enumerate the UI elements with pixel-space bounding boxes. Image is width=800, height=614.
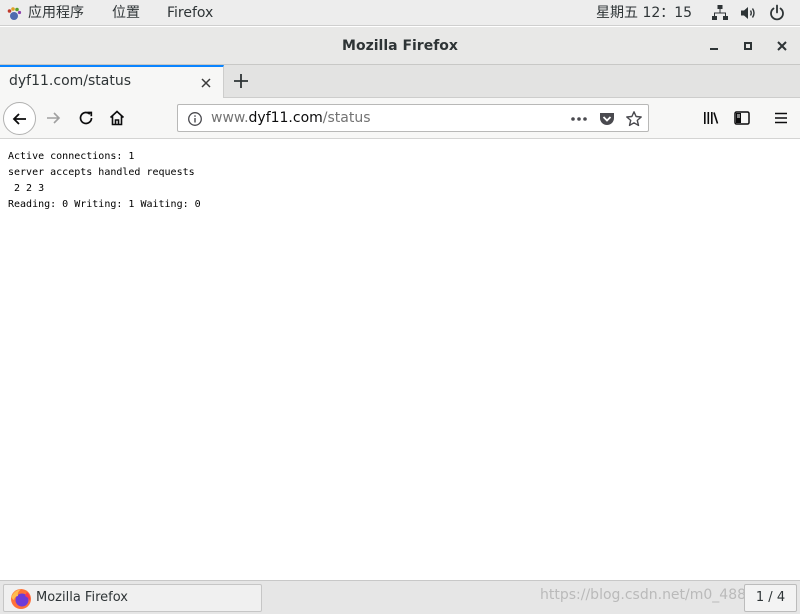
star-icon[interactable] <box>625 110 643 128</box>
workspace-indicator[interactable]: 1 / 4 <box>744 584 797 612</box>
status-line-counts: 2 2 3 <box>8 183 45 194</box>
minimize-button[interactable] <box>704 36 724 56</box>
tab-title: dyf11.com/status <box>9 73 132 89</box>
tab-status-page[interactable]: dyf11.com/status <box>0 65 224 99</box>
window-titlebar[interactable]: Mozilla Firefox <box>0 27 800 65</box>
home-button[interactable] <box>107 108 127 128</box>
tab-strip: dyf11.com/status <box>0 65 800 99</box>
power-icon[interactable] <box>768 4 786 22</box>
firefox-logo-icon <box>10 588 32 610</box>
status-line-rw: Reading: 0 Writing: 1 Waiting: 0 <box>8 199 201 210</box>
taskbar-item-label: Mozilla Firefox <box>36 590 128 605</box>
nginx-status-output: Active connections: 1 server accepts hand… <box>8 149 201 213</box>
clock[interactable]: 星期五 12：15 <box>596 0 692 26</box>
library-icon[interactable] <box>701 108 721 128</box>
more-horizontal-icon[interactable] <box>570 111 588 127</box>
tab-close-icon[interactable] <box>199 75 213 89</box>
window-list-taskbar: Mozilla Firefox https://blog.csdn.net/m0… <box>0 580 800 614</box>
hamburger-menu-icon[interactable] <box>771 108 791 128</box>
navigation-toolbar: www.dyf11.com/status <box>0 98 800 139</box>
volume-icon[interactable] <box>739 4 757 22</box>
url-prefix: www. <box>211 110 249 126</box>
close-window-button[interactable] <box>772 36 792 56</box>
maximize-button[interactable] <box>738 36 758 56</box>
places-menu[interactable]: 位置 <box>112 0 140 26</box>
applications-menu-label: 应用程序 <box>28 5 84 21</box>
back-button[interactable] <box>3 102 36 135</box>
url-text[interactable]: www.dyf11.com/status <box>211 110 371 126</box>
gnome-top-bar: 应用程序 位置 Firefox 星期五 12：15 <box>0 0 800 26</box>
gnome-foot-icon <box>6 5 22 21</box>
status-line-header: server accepts handled requests <box>8 167 195 178</box>
network-icon[interactable] <box>711 4 729 22</box>
app-menu[interactable]: Firefox <box>167 0 213 26</box>
pocket-icon[interactable] <box>598 110 616 128</box>
url-host: dyf11.com <box>248 110 323 126</box>
url-bar[interactable]: www.dyf11.com/status <box>177 104 649 132</box>
taskbar-item-firefox[interactable]: Mozilla Firefox <box>3 584 262 612</box>
page-content: Active connections: 1 server accepts hand… <box>0 140 800 580</box>
info-icon[interactable] <box>187 111 203 127</box>
url-path: /status <box>322 110 371 126</box>
reload-button[interactable] <box>76 108 96 128</box>
applications-menu[interactable]: 应用程序 <box>6 0 84 26</box>
window-title: Mozilla Firefox <box>342 38 458 54</box>
new-tab-button[interactable] <box>231 71 251 91</box>
status-line-active: Active connections: 1 <box>8 151 135 162</box>
forward-button[interactable] <box>43 108 63 128</box>
sidebar-icon[interactable] <box>732 108 752 128</box>
